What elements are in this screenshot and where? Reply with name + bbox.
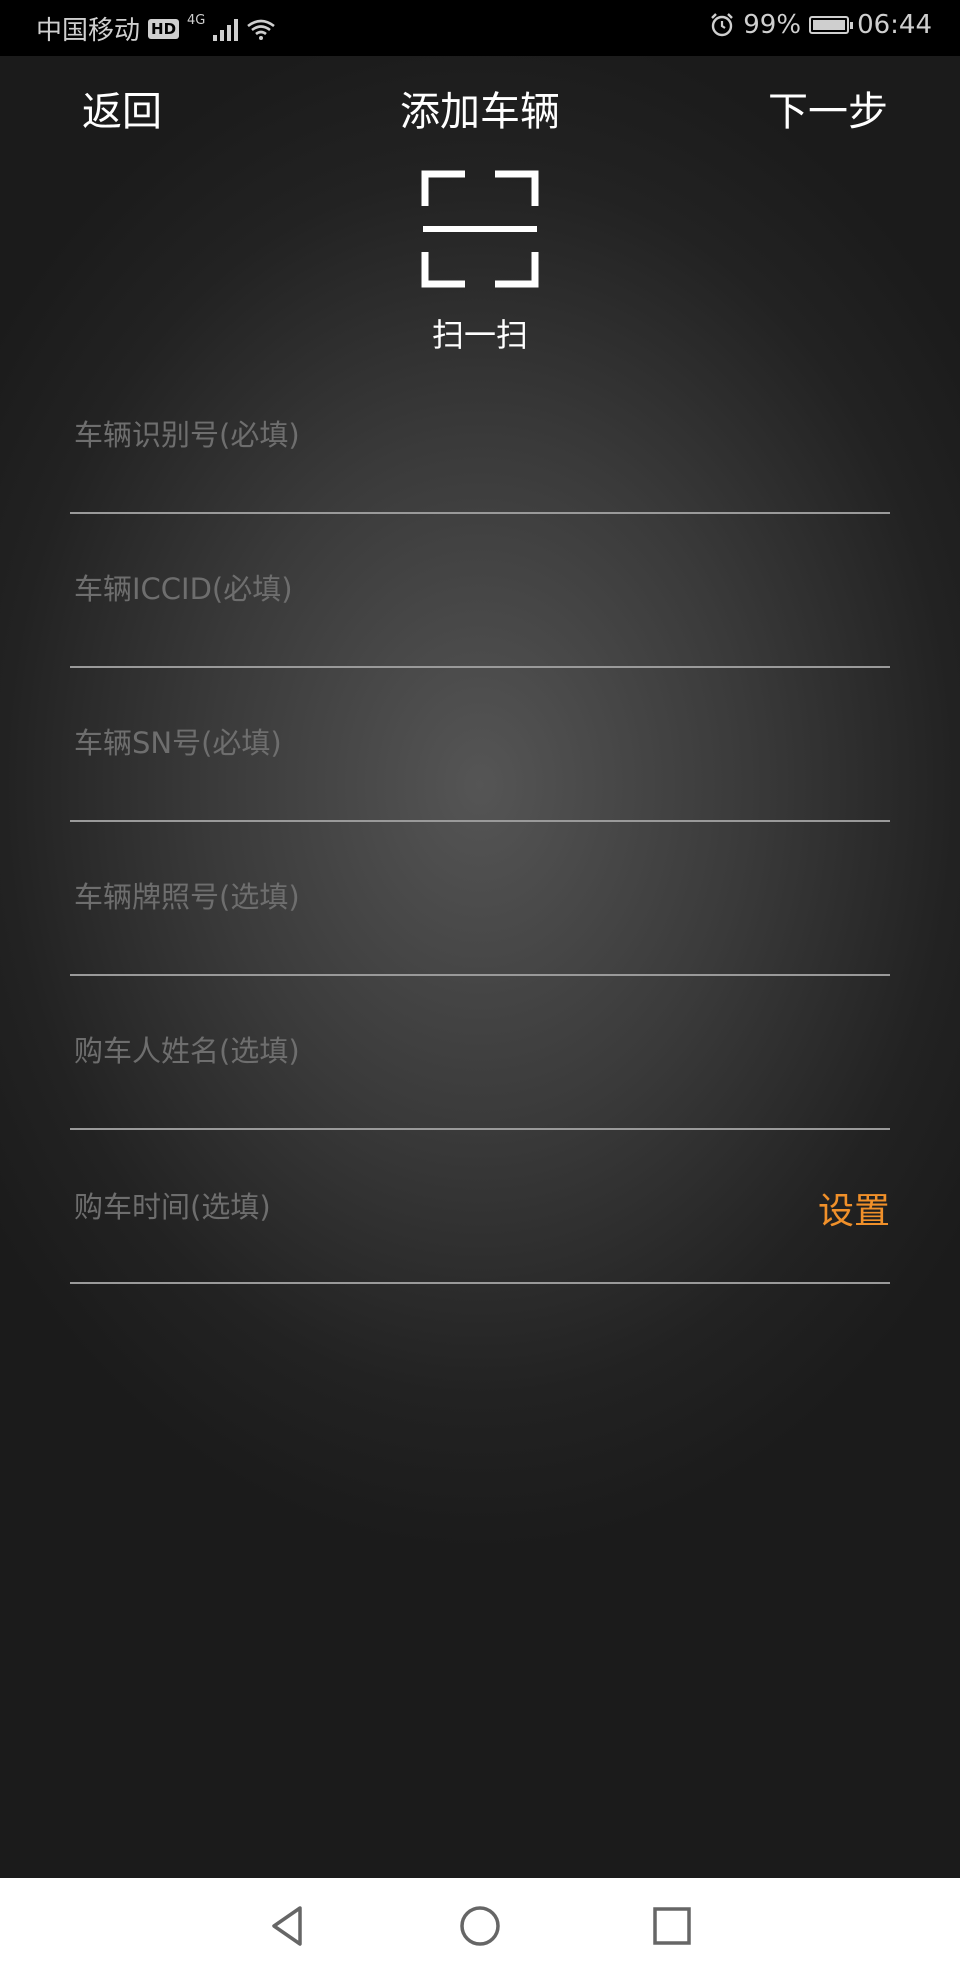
- hd-badge: HD: [148, 18, 180, 39]
- page-title-text: 添加车辆: [400, 89, 560, 135]
- signal-icon: [213, 17, 239, 41]
- system-nav-bar: [0, 1878, 960, 1973]
- status-bar: 中国移动 HD 4G 99% 06:44: [0, 0, 960, 56]
- back-triangle-icon[interactable]: [262, 1900, 314, 1952]
- vin-row: [70, 360, 890, 514]
- plate-number-input[interactable]: [70, 822, 890, 972]
- sn-row: [70, 668, 890, 822]
- plate-row: [70, 822, 890, 976]
- clock: 06:44: [857, 10, 932, 40]
- scan-label: 扫一扫: [431, 316, 528, 354]
- add-vehicle-page: 返回 添加车辆 下一步 扫一扫 购车时: [0, 56, 960, 1878]
- status-left: 中国移动 HD 4G: [36, 10, 276, 47]
- carrier-name: 中国移动: [36, 16, 141, 46]
- iccid-row: [70, 514, 890, 668]
- buyer-row: [70, 976, 890, 1130]
- screen: 中国移动 HD 4G 99% 06:44 返回 添加车辆 下一步 扫一扫 车辆识…: [0, 0, 960, 1973]
- purchase-time-row: 购车时间(选填) 设置: [70, 1130, 890, 1284]
- alarm-icon: [711, 13, 734, 37]
- home-circle-icon[interactable]: [454, 1900, 506, 1952]
- iccid-input[interactable]: [70, 514, 890, 664]
- back-button[interactable]: 返回: [82, 86, 162, 138]
- scan-icon: [421, 170, 539, 288]
- set-purchase-time-button[interactable]: 设置: [818, 1182, 890, 1234]
- sn-input[interactable]: [70, 668, 890, 818]
- purchase-time-label: 购车时间(选填): [74, 1190, 271, 1224]
- scan-button[interactable]: 扫一扫: [380, 170, 580, 360]
- status-right: 99% 06:44: [709, 10, 932, 40]
- network-type: 4G: [187, 13, 206, 28]
- vin-input[interactable]: [70, 360, 890, 510]
- recents-square-icon[interactable]: [646, 1900, 698, 1952]
- battery-percent: 99%: [743, 10, 802, 40]
- next-step-button[interactable]: 下一步: [768, 86, 888, 138]
- wifi-icon: [247, 19, 276, 40]
- buyer-name-input[interactable]: [70, 976, 890, 1126]
- battery-icon: [809, 16, 854, 34]
